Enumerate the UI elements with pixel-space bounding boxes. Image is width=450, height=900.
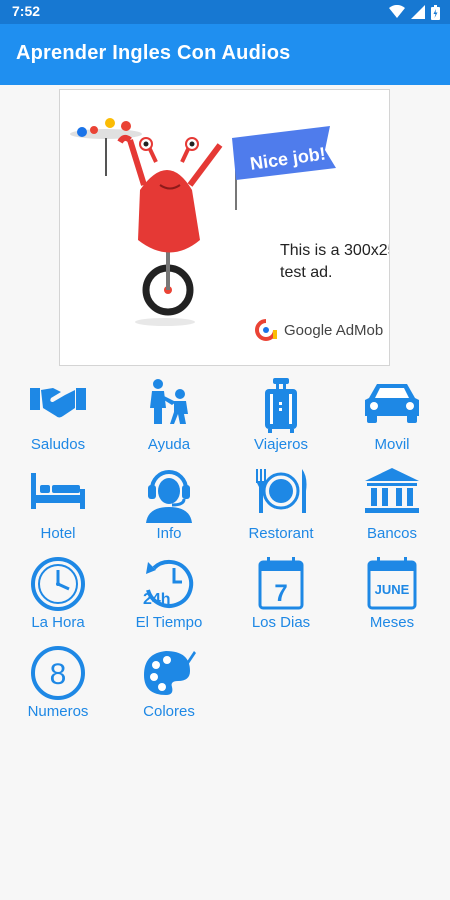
battery-icon xyxy=(431,4,440,20)
24h-icon-text: 24h xyxy=(143,591,171,608)
category-colores[interactable]: Colores xyxy=(113,642,225,730)
bed-icon xyxy=(31,473,85,509)
wifi-icon xyxy=(389,5,405,18)
category-hotel[interactable]: Hotel xyxy=(2,464,114,552)
calendar-month-icon: JUNE xyxy=(367,557,417,610)
category-los-dias[interactable]: 7 Los Dias xyxy=(225,553,337,641)
calendar-month-name: JUNE xyxy=(375,582,410,597)
category-label: Bancos xyxy=(366,525,418,542)
category-el-tiempo[interactable]: 24h El Tiempo xyxy=(113,553,225,641)
status-icons xyxy=(389,4,440,20)
app-title: Aprender Ingles Con Audios xyxy=(16,42,291,64)
ad-body-text: This is a 300x250 test ad. xyxy=(280,240,389,284)
app-bar: Aprender Ingles Con Audios xyxy=(0,24,450,85)
category-label: Movil xyxy=(374,436,410,453)
category-bancos[interactable]: Bancos xyxy=(336,464,448,552)
category-label: Viajeros xyxy=(254,436,308,453)
plate-cutlery-icon xyxy=(256,469,307,513)
test-ad-banner[interactable]: Nice job! This is a 300x250 test ad. Goo… xyxy=(59,89,390,366)
category-restorant[interactable]: Restorant xyxy=(225,464,337,552)
ad-brand: Google AdMob xyxy=(254,318,383,342)
ad-brand-name: Google AdMob xyxy=(284,321,384,339)
category-label: El Tiempo xyxy=(135,614,203,631)
status-bar: 7:52 xyxy=(0,0,450,24)
category-label: Los Dias xyxy=(251,614,311,631)
category-saludos[interactable]: Saludos xyxy=(2,375,114,463)
admob-logo-icon xyxy=(255,319,277,341)
clock-icon xyxy=(31,557,85,611)
handshake-icon xyxy=(30,388,86,418)
category-label: Restorant xyxy=(248,525,314,542)
category-label: Saludos xyxy=(30,436,86,453)
category-info[interactable]: Info xyxy=(113,464,225,552)
category-numeros[interactable]: 8 Numeros xyxy=(2,642,114,730)
headset-agent-icon xyxy=(146,470,192,523)
category-label: La Hora xyxy=(31,614,85,631)
category-label: Numeros xyxy=(27,703,89,720)
calendar-day-icon: 7 xyxy=(258,557,304,610)
luggage-icon xyxy=(265,378,297,433)
ad-body-line2: test ad. xyxy=(280,264,333,281)
ad-body-line1: This is a 300x250 xyxy=(280,242,389,259)
category-label: Hotel xyxy=(40,525,76,542)
24h-icon: 24h xyxy=(143,560,194,608)
number-icon-text: 8 xyxy=(50,658,67,691)
category-label: Colores xyxy=(143,703,195,720)
bank-icon xyxy=(365,468,419,513)
number-eight-icon: 8 xyxy=(31,646,85,700)
category-meses[interactable]: JUNE Meses xyxy=(336,553,448,641)
category-label: Meses xyxy=(369,614,415,631)
signal-icon xyxy=(411,5,425,19)
category-ayuda[interactable]: Ayuda xyxy=(113,375,225,463)
category-label: Ayuda xyxy=(147,436,191,453)
category-label: Info xyxy=(156,525,182,542)
status-time: 7:52 xyxy=(12,3,41,19)
category-la-hora[interactable]: La Hora xyxy=(2,553,114,641)
car-icon xyxy=(365,384,419,423)
helping-people-icon xyxy=(150,379,188,424)
calendar-day-number: 7 xyxy=(274,580,287,607)
category-viajeros[interactable]: Viajeros xyxy=(225,375,337,463)
category-movil[interactable]: Movil xyxy=(336,375,448,463)
palette-icon xyxy=(144,651,196,695)
